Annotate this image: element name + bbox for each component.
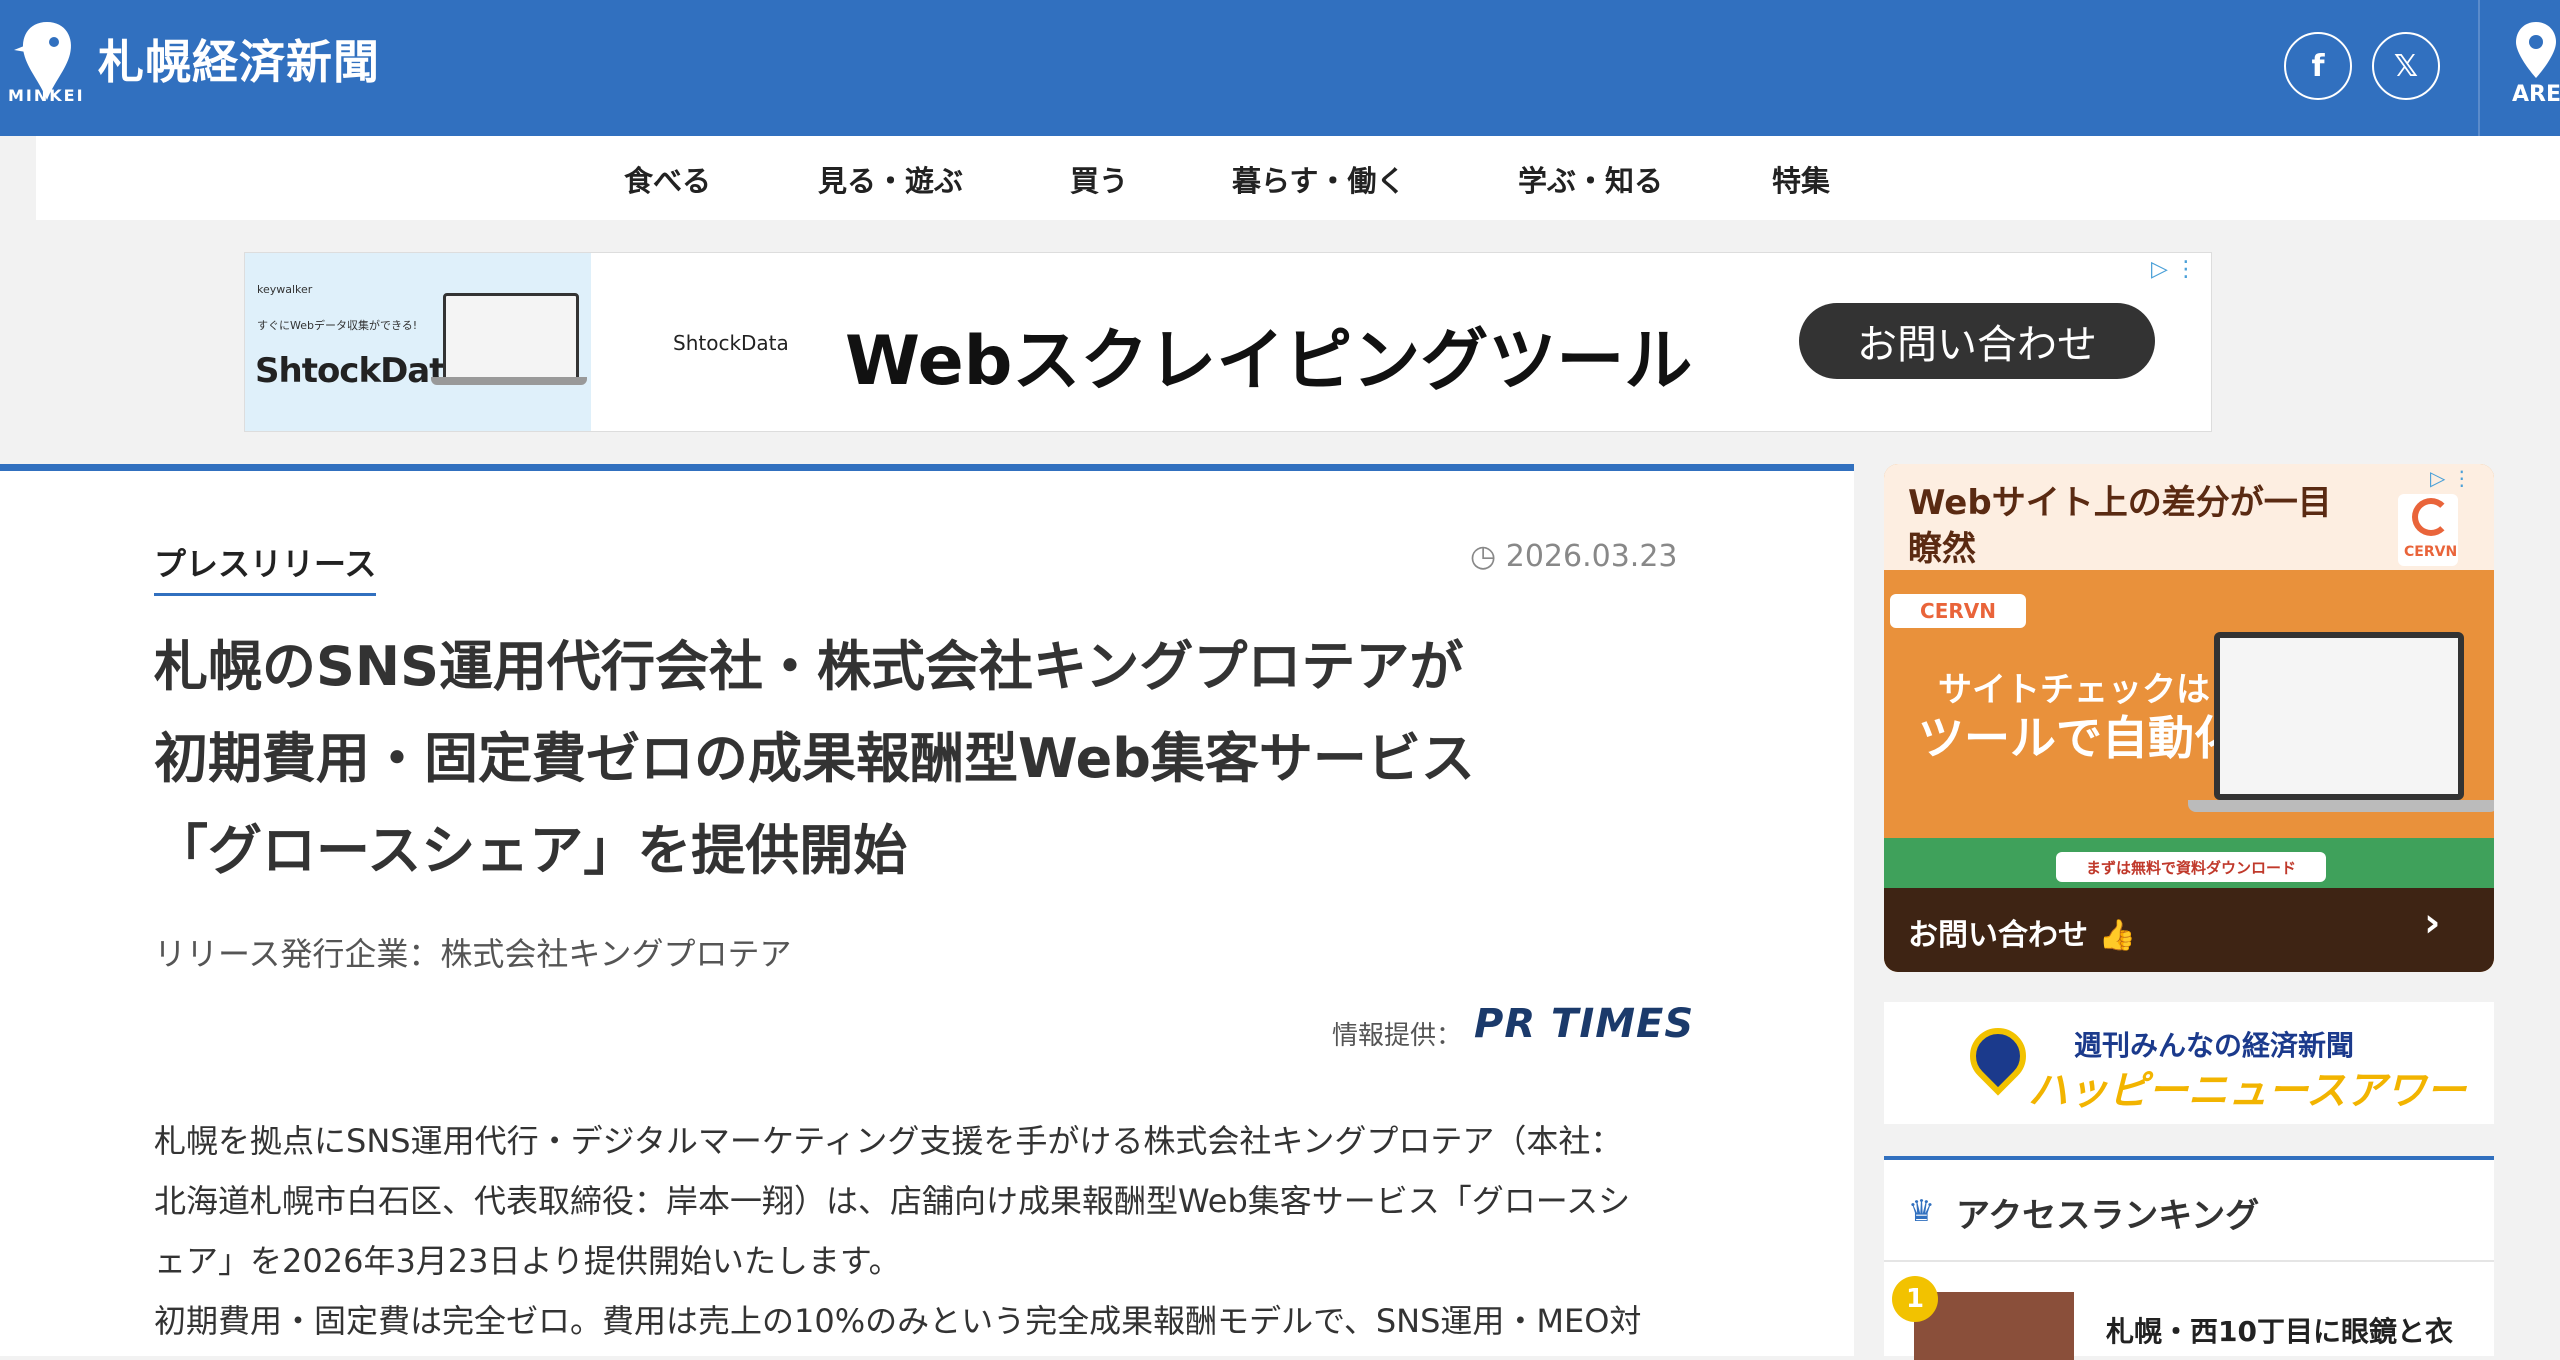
cervn-mark (2412, 498, 2450, 536)
body-line: 初期費用・固定費は完全ゼロ。費用は売上の10%のみという完全成果報酬モデルで、S… (154, 1302, 1642, 1340)
article-date: ◷ 2026.03.23 (1470, 539, 1678, 574)
area-label[interactable]: ARE (2512, 82, 2560, 107)
nav-item-buy[interactable]: 買う (1070, 158, 1128, 200)
article-date-text: 2026.03.23 (1505, 539, 1678, 574)
provider-label: 情報提供： (1332, 1021, 1463, 1051)
clock-icon: ◷ (1470, 539, 1497, 574)
rank-badge: 1 (1892, 1276, 1938, 1322)
x-icon[interactable]: 𝕏 (2372, 32, 2440, 100)
article-body: 札幌を拠点にSNS運用代行・デジタルマーケティング支援を手がける株式会社キングプ… (154, 1111, 1674, 1351)
release-issuer: リリース発行企業：株式会社キングプロテア (154, 935, 792, 973)
chevron-right-icon[interactable]: › (2424, 900, 2440, 946)
divider (1884, 1260, 2494, 1262)
facebook-icon[interactable]: f (2284, 32, 2352, 100)
nav-item-feature[interactable]: 特集 (1772, 158, 1830, 200)
area-divider (2478, 0, 2480, 136)
access-ranking: ♛ アクセスランキング 1 札幌・西10丁目に眼鏡と衣 (1884, 1156, 2494, 1360)
laptop-illustration-icon (2214, 632, 2464, 800)
ad-choices-icon[interactable]: ▷ ⋮ (2430, 466, 2472, 490)
category-nav: 食べる 見る・遊ぶ 買う 暮らす・働く 学ぶ・知る 特集 (36, 136, 2560, 220)
body-line: 札幌を拠点にSNS運用代行・デジタルマーケティング支援を手がける株式会社キングプ… (154, 1122, 1623, 1160)
cervn-logo-text: CERVN (2404, 544, 2458, 560)
map-pin-icon (1958, 1016, 2038, 1096)
sidebar-ad-mainline: ツールで自動化 (1918, 711, 2240, 765)
prtimes-logo[interactable]: PR TIMES (1474, 1001, 1694, 1047)
article-category[interactable]: プレスリリース (154, 539, 377, 596)
nav-item-see-play[interactable]: 見る・遊ぶ (818, 158, 963, 200)
ad-small-tagline: すぐにWebデータ収集ができる! (257, 319, 418, 332)
ad-small-brand: keywalker (257, 283, 313, 296)
laptop-illustration-icon (443, 293, 579, 381)
happy-news-banner[interactable]: 週刊みんなの経済新聞 ハッピーニュースアワー (1884, 1002, 2494, 1124)
ad-brand: ShtockData (673, 331, 789, 355)
article-main: プレスリリース ◷ 2026.03.23 札幌のSNS運用代行会社・株式会社キン… (0, 464, 1854, 1356)
site-header: 札幌経済新聞 MINKEI f 𝕏 ARE (0, 0, 2560, 136)
laptop-base (2188, 800, 2494, 812)
nav-item-learn-know[interactable]: 学ぶ・知る (1518, 158, 1663, 200)
download-button[interactable]: まずは無料で資料ダウンロード (2056, 852, 2326, 882)
ad-choices-icon[interactable]: ▷ ⋮ (2151, 257, 2197, 282)
nav-item-live-work[interactable]: 暮らす・働く (1232, 158, 1405, 200)
body-line: ェア」を2026年3月23日より提供開始いたします。 (154, 1242, 901, 1280)
brand-minkei: MINKEI (8, 86, 85, 105)
sidebar-contact-link[interactable]: お問い合わせ 👍 (1908, 910, 2136, 954)
sidebar-ad-top: Webサイト上の差分が一目瞭然 CERVN ▷ ⋮ (1884, 464, 2494, 570)
sidebar-ad[interactable]: Webサイト上の差分が一目瞭然 CERVN ▷ ⋮ CERVN サイトチェックは… (1884, 464, 2494, 972)
happy-news-title: ハッピーニュースアワー (2028, 1068, 2466, 1114)
cervn-logo-icon: CERVN (2398, 494, 2458, 566)
area-pin-icon[interactable] (2512, 20, 2560, 80)
ad-headline: Webスクレイピングツール (845, 322, 1693, 401)
nav-item-eat[interactable]: 食べる (624, 158, 711, 200)
cervn-badge: CERVN (1890, 594, 2026, 628)
banner-ad[interactable]: keywalker すぐにWebデータ収集ができる! ShtockData Sh… (244, 252, 2212, 432)
ranking-item-title[interactable]: 札幌・西10丁目に眼鏡と衣 (2106, 1310, 2453, 1350)
body-line: 北海道札幌市白石区、代表取締役：岸本一翔）は、店舗向け成果報酬型Web集客サービ… (154, 1182, 1631, 1220)
site-title[interactable]: 札幌経済新聞 (98, 26, 380, 92)
ad-product-name: ShtockData (255, 351, 467, 391)
title-line: 「グロースシェア」を提供開始 (154, 819, 908, 882)
ranking-title: アクセスランキング (1956, 1196, 2260, 1236)
article-title: 札幌のSNS運用代行会社・株式会社キングプロテアが 初期費用・固定費ゼロの成果報… (154, 621, 1674, 897)
laptop-base (431, 377, 587, 385)
title-line: 初期費用・固定費ゼロの成果報酬型Web集客サービス (154, 727, 1475, 790)
sidebar-ad-headline: Webサイト上の差分が一目瞭然 (1908, 483, 2332, 569)
ad-product-panel: keywalker すぐにWebデータ収集ができる! ShtockData (245, 253, 591, 431)
crown-icon: ♛ (1908, 1194, 1935, 1229)
ranking-thumbnail[interactable] (1914, 1292, 2074, 1360)
title-line: 札幌のSNS運用代行会社・株式会社キングプロテアが (154, 635, 1464, 698)
ad-contact-button[interactable]: お問い合わせ (1799, 303, 2155, 379)
